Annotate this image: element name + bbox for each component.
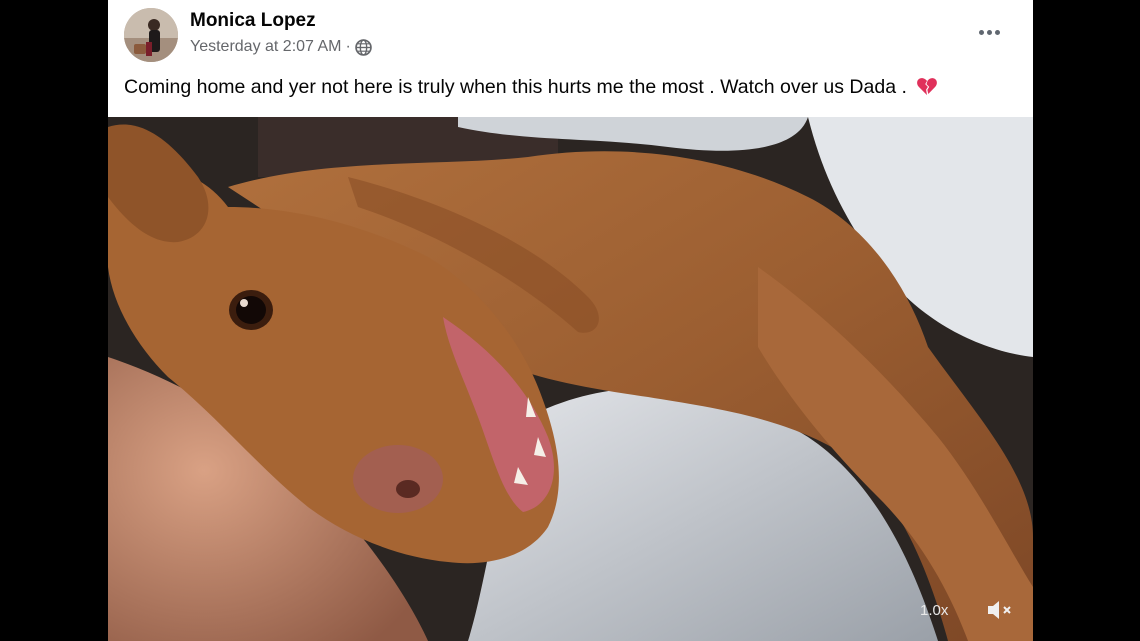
post-timestamp[interactable]: Yesterday at 2:07 AM: [190, 38, 342, 56]
dog-photo: [108, 117, 1033, 641]
more-options-dot: [994, 29, 1000, 35]
more-options-icon: [978, 29, 984, 35]
globe-icon[interactable]: [355, 38, 372, 56]
post-header: Monica Lopez Yesterday at 2:07 AM · Comi…: [108, 0, 1033, 117]
author-name[interactable]: Monica Lopez: [190, 10, 316, 32]
post-meta: Yesterday at 2:07 AM ·: [190, 38, 372, 56]
avatar-image: [124, 8, 178, 62]
caption-text: Coming home and yer not here is truly wh…: [124, 76, 907, 98]
post-caption: Coming home and yer not here is truly wh…: [124, 76, 938, 99]
meta-separator: ·: [345, 38, 351, 55]
broken-heart-icon: [917, 78, 938, 96]
more-options-button[interactable]: [974, 22, 1004, 42]
more-options-dot: [986, 29, 992, 35]
playback-speed-button[interactable]: 1.0x: [920, 602, 948, 619]
facebook-post: Monica Lopez Yesterday at 2:07 AM · Comi…: [108, 0, 1033, 641]
post-video[interactable]: 1.0x: [108, 117, 1033, 641]
author-avatar[interactable]: [124, 8, 178, 62]
muted-speaker-icon[interactable]: [985, 597, 1015, 623]
